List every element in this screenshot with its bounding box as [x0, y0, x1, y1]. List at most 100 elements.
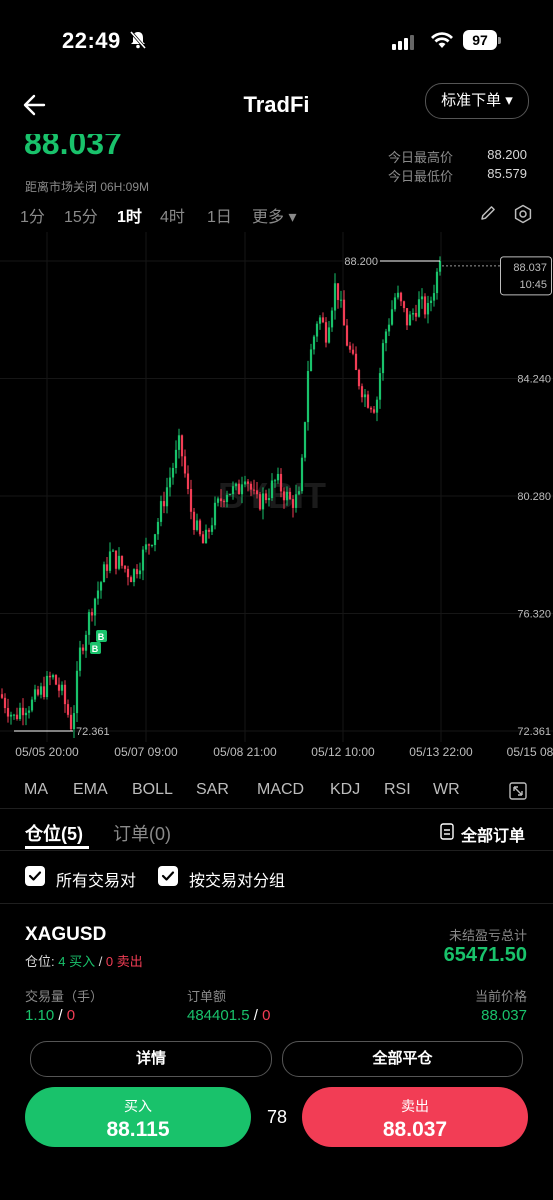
candle-body: [390, 309, 394, 325]
sell-label: 卖出: [401, 1098, 429, 1114]
close-all-button[interactable]: 全部平仓: [282, 1041, 523, 1077]
timeframe-more[interactable]: 更多 ▾: [252, 203, 296, 227]
candle-body: [405, 308, 409, 326]
candle-body: [3, 697, 7, 709]
battery-indicator: 97: [463, 30, 497, 50]
indicator-ema[interactable]: EMA: [73, 781, 108, 799]
candle-body: [174, 449, 178, 468]
candle-body: [270, 480, 274, 499]
indicator-sar[interactable]: SAR: [196, 781, 229, 799]
candle-body: [204, 529, 208, 544]
candle-body: [324, 322, 328, 343]
all-pairs-checkbox[interactable]: [25, 866, 45, 886]
candle-body: [9, 714, 13, 717]
candle-body: [96, 590, 100, 599]
all-pairs-label[interactable]: 所有交易对: [56, 867, 136, 891]
candle-body: [357, 369, 361, 387]
volume-value: 1.10 / 0: [25, 1007, 75, 1024]
candle-body: [69, 714, 73, 730]
candle-body: [423, 296, 427, 315]
candle-body: [420, 296, 424, 300]
position-buy-count: 4 买入: [58, 954, 96, 969]
candle-body: [99, 582, 103, 591]
candle-body: [120, 555, 124, 566]
candle-body: [75, 670, 79, 714]
order-amount-sell: 0: [262, 1007, 271, 1024]
candle-body: [54, 675, 58, 685]
candle-body: [21, 707, 25, 716]
candle-body: [132, 569, 136, 583]
timeframe-4h[interactable]: 4时: [160, 203, 185, 227]
group-by-pair-label[interactable]: 按交易对分组: [189, 867, 285, 891]
all-orders-link[interactable]: 全部订单: [461, 822, 525, 846]
details-button[interactable]: 详情: [30, 1041, 272, 1077]
indicator-rsi[interactable]: RSI: [384, 781, 411, 799]
candle-body: [48, 675, 52, 678]
group-by-pair-checkbox[interactable]: [158, 866, 178, 886]
y-tick-label: 80.280: [517, 491, 551, 503]
candle-body: [201, 534, 205, 544]
market-close-countdown: 距离市场关闭 06H:09M: [25, 180, 150, 194]
position-summary: 仓位: 4 买入 / 0 卖出: [25, 951, 143, 970]
candle-body: [165, 487, 169, 507]
volume-sell: 0: [66, 1007, 76, 1024]
candle-body: [360, 386, 364, 398]
today-high-label: 今日最高价: [388, 150, 454, 165]
slash-separator: /: [95, 954, 106, 969]
timeframe-15m[interactable]: 15分: [64, 203, 98, 227]
candle-body: [24, 712, 28, 716]
current-price-label: 当前价格: [474, 989, 527, 1004]
candle-body: [315, 323, 319, 337]
tab-orders[interactable]: 订单(0): [113, 820, 171, 846]
current-price: 88.037: [24, 134, 122, 161]
indicator-bar: MA EMA BOLL SAR MACD KDJ RSI WR: [0, 781, 553, 805]
candle-body: [189, 489, 193, 512]
order-type-dropdown[interactable]: 标准下单 ▾: [425, 83, 529, 119]
tab-positions[interactable]: 仓位(5): [25, 820, 83, 846]
candle-body: [192, 511, 196, 530]
indicator-macd[interactable]: MACD: [257, 781, 304, 799]
settings-gear-icon[interactable]: [513, 204, 533, 224]
pencil-icon[interactable]: [479, 204, 497, 222]
candle-body: [384, 331, 388, 344]
timeframe-1d[interactable]: 1日: [207, 203, 232, 227]
expand-icon[interactable]: [509, 782, 527, 800]
candle-body: [267, 498, 271, 501]
high-marker-label: 88.200: [344, 256, 378, 268]
candle-body: [81, 647, 85, 651]
sell-button[interactable]: 卖出 88.037: [302, 1087, 528, 1147]
candle-body: [246, 481, 250, 484]
candle-body: [18, 707, 22, 720]
indicator-ma[interactable]: MA: [24, 781, 48, 799]
candle-body: [198, 520, 202, 535]
candle-body: [33, 689, 37, 700]
candle-body: [237, 483, 241, 495]
candle-body: [15, 714, 19, 720]
indicator-wr[interactable]: WR: [433, 781, 460, 799]
timeframe-1h[interactable]: 1时: [117, 203, 142, 227]
candle-body: [147, 544, 151, 546]
price-chart[interactable]: BYBIT 84.24080.28076.32072.36105/05 20:0…: [0, 232, 553, 768]
timeframe-1m[interactable]: 1分: [20, 203, 45, 227]
order-amount-value: 484401.5 / 0: [187, 1007, 270, 1024]
candle-body: [348, 345, 352, 350]
candle-body: [414, 312, 418, 317]
indicator-kdj[interactable]: KDJ: [330, 781, 360, 799]
candle-body: [279, 473, 283, 492]
candle-body: [78, 647, 82, 671]
order-amount-buy: 484401.5: [187, 1007, 250, 1024]
candle-body: [222, 501, 226, 503]
candle-body: [87, 612, 91, 635]
candle-body: [243, 481, 247, 485]
candle-body: [387, 324, 391, 332]
current-price-value: 88.037: [481, 1007, 527, 1024]
buy-label: 买入: [124, 1098, 152, 1114]
buy-button[interactable]: 买入 88.115: [25, 1087, 251, 1147]
indicator-boll[interactable]: BOLL: [132, 781, 173, 799]
unrealized-pnl-label: 未结盈亏总计: [448, 928, 527, 943]
candle-body: [105, 564, 109, 571]
candle-body: [156, 521, 160, 535]
candle-body: [396, 292, 400, 298]
candle-body: [219, 498, 223, 502]
candle-body: [183, 456, 187, 474]
